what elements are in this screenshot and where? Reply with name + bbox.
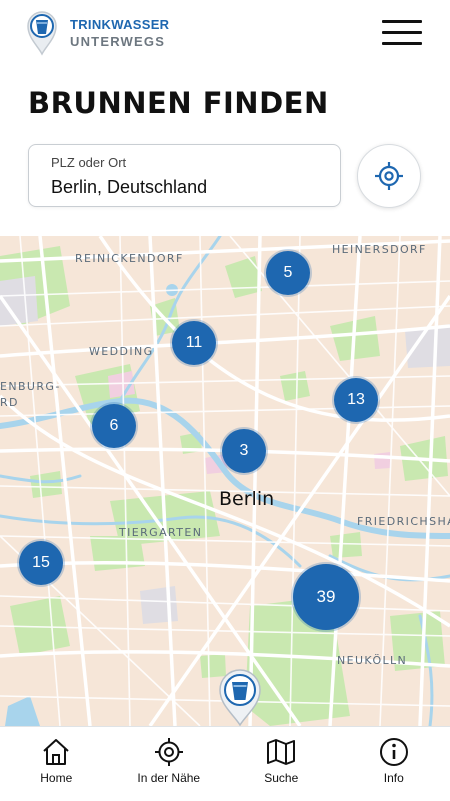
district-label: FRIEDRICHSHA [357,515,450,528]
nav-search-label: Suche [225,771,338,785]
location-search-field[interactable]: PLZ oder Ort [28,144,341,207]
map-icon [266,737,296,767]
fountain-cluster-marker[interactable]: 3 [222,429,266,473]
brand-name-line1: TRINKWASSER [70,16,169,33]
search-field-label: PLZ oder Ort [51,155,126,170]
district-label: ENBURG- [0,380,61,393]
fountain-cluster-marker[interactable]: 6 [92,404,136,448]
location-input[interactable] [51,174,321,200]
district-label: RD [0,396,19,409]
nav-home[interactable]: Home [0,727,113,801]
app-header: TRINKWASSER UNTERWEGS [0,0,450,70]
nav-info-label: Info [338,771,450,785]
map-base-layer [0,236,450,726]
app-logo[interactable]: TRINKWASSER UNTERWEGS [26,10,169,56]
locate-me-button[interactable] [357,144,421,208]
brand-name-line2: UNTERWEGS [70,33,169,50]
district-label: TIERGARTEN [119,526,202,539]
nav-home-label: Home [0,771,113,785]
page-title: BRUNNEN FINDEN [28,86,329,120]
nav-nearby-label: In der Nähe [113,771,226,785]
nav-info[interactable]: Info [338,727,450,801]
bottom-navigation: Home In der Nähe Suche Info [0,726,450,801]
city-label: Berlin [219,488,274,510]
menu-button[interactable] [380,20,424,46]
nav-nearby[interactable]: In der Nähe [113,727,226,801]
district-label: HEINERSDORF [332,243,427,256]
fountain-cluster-marker[interactable]: 11 [172,321,216,365]
fountain-map[interactable]: REINICKENDORF HEINERSDORF WEDDING ENBURG… [0,236,450,726]
crosshair-icon [374,161,404,191]
crosshair-icon [154,737,184,767]
district-label: NEUKÖLLN [337,654,407,667]
fountain-cluster-marker[interactable]: 13 [334,378,378,422]
district-label: WEDDING [89,345,154,358]
fountain-pin-icon[interactable] [218,669,262,726]
home-icon [41,737,71,767]
district-label: REINICKENDORF [75,252,184,265]
fountain-cluster-marker[interactable]: 15 [19,541,63,585]
nav-search[interactable]: Suche [225,727,338,801]
fountain-cluster-marker[interactable]: 5 [266,251,310,295]
water-cup-pin-logo-icon [26,10,58,56]
fountain-cluster-marker[interactable]: 39 [293,564,359,630]
hamburger-menu-icon [382,20,422,23]
info-icon [379,737,409,767]
